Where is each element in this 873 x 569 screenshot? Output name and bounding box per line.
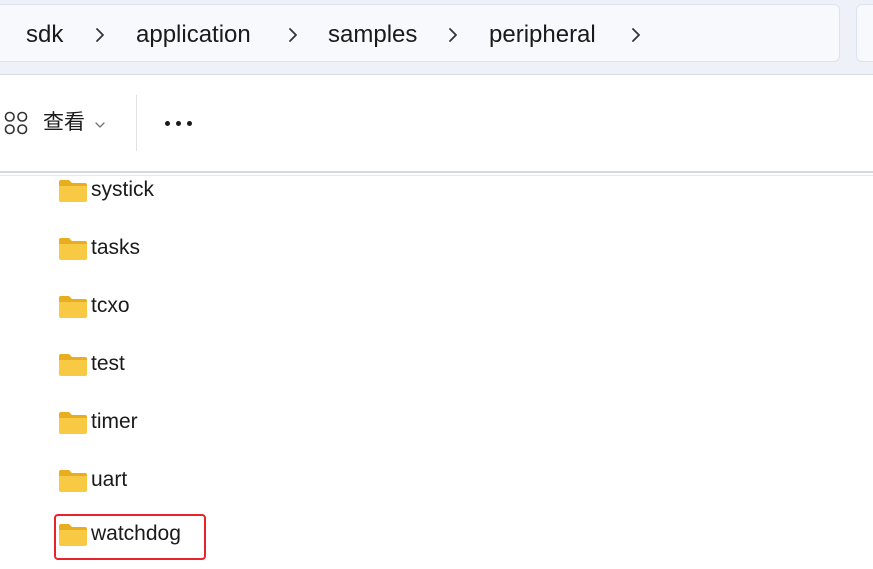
folder-name: tcxo	[91, 294, 130, 317]
list-item-folder[interactable]: tasks	[54, 228, 206, 274]
chevron-right-icon[interactable]	[90, 25, 110, 45]
folder-name: tasks	[91, 236, 141, 259]
chevron-right-icon[interactable]	[283, 25, 303, 45]
more-ellipsis-icon	[187, 121, 192, 126]
folder-name: test	[91, 352, 125, 375]
toolbar-divider	[136, 95, 137, 151]
address-bar-area: sdk application samples peripheral	[0, 0, 873, 74]
breadcrumb-item-samples[interactable]: samples	[328, 21, 417, 49]
list-item-folder[interactable]: uart	[54, 460, 206, 506]
folder-icon	[58, 411, 88, 435]
search-box[interactable]	[856, 4, 873, 62]
breadcrumb[interactable]: sdk application samples peripheral	[0, 4, 840, 62]
folder-icon	[58, 469, 88, 493]
breadcrumb-item-application[interactable]: application	[136, 21, 251, 49]
chevron-down-icon	[94, 117, 106, 128]
list-item-folder[interactable]: tcxo	[54, 286, 206, 332]
folder-icon	[58, 237, 88, 261]
breadcrumb-item-peripheral[interactable]: peripheral	[489, 21, 596, 49]
command-bar: 查看	[0, 75, 873, 171]
folder-icon	[58, 523, 88, 547]
view-button-label: 查看	[43, 111, 85, 134]
folder-name: uart	[91, 468, 128, 491]
folder-name: systick	[91, 178, 154, 201]
folder-icon	[58, 179, 88, 203]
list-item-folder[interactable]: test	[54, 344, 206, 390]
more-ellipsis-icon	[165, 121, 170, 126]
folder-name: watchdog	[91, 522, 181, 545]
chevron-right-icon[interactable]	[626, 25, 646, 45]
file-list: systick tasks tcxo test timer uart watch…	[0, 176, 873, 569]
more-options-button[interactable]	[158, 107, 202, 139]
folder-icon	[58, 295, 88, 319]
chevron-right-icon[interactable]	[443, 25, 463, 45]
list-item-folder[interactable]: systick	[54, 170, 206, 216]
grid-view-icon	[4, 111, 28, 135]
folder-name: timer	[91, 410, 138, 433]
list-item-folder-highlighted[interactable]: watchdog	[54, 514, 206, 560]
more-ellipsis-icon	[176, 121, 181, 126]
list-item-folder[interactable]: timer	[54, 402, 206, 448]
breadcrumb-item-sdk[interactable]: sdk	[26, 21, 63, 49]
folder-icon	[58, 353, 88, 377]
view-button[interactable]: 查看	[0, 103, 120, 143]
